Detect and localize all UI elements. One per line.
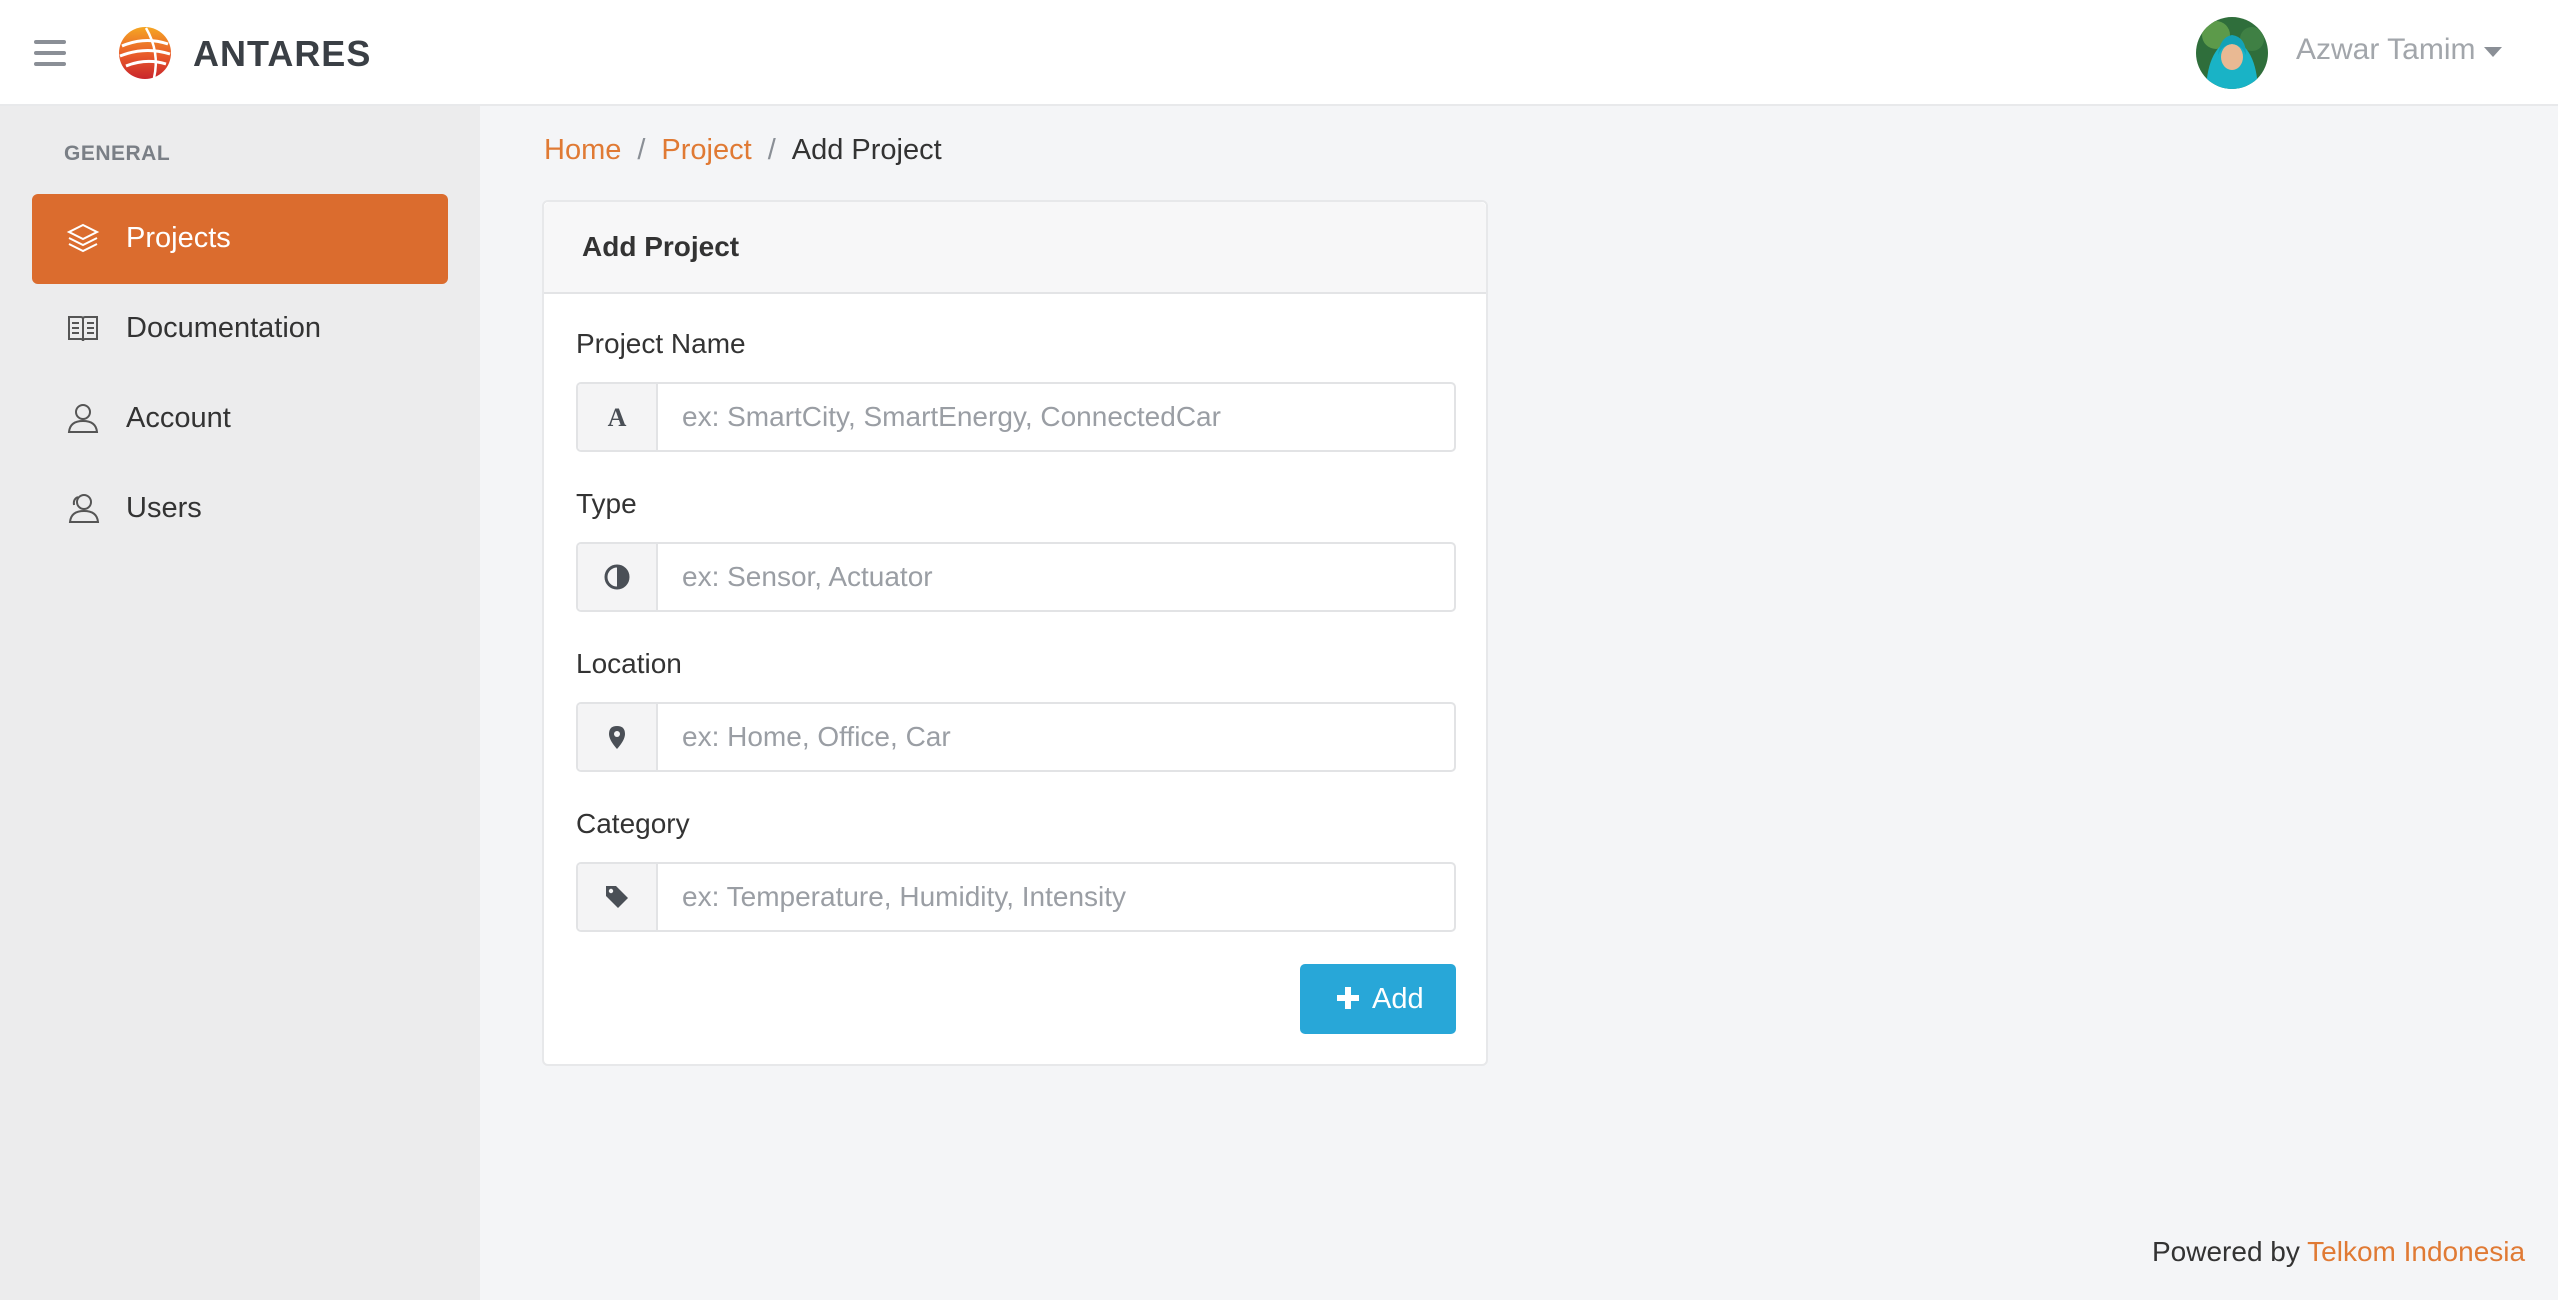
- sidebar: GENERAL Projects Documentation Account U…: [0, 106, 480, 1300]
- category-label: Category: [576, 808, 690, 839]
- sidebar-item-documentation[interactable]: Documentation: [32, 284, 448, 374]
- antares-logo-icon: [119, 27, 171, 79]
- card-header: Add Project: [544, 202, 1486, 294]
- sidebar-item-users[interactable]: Users: [32, 464, 448, 554]
- font-icon: A: [608, 404, 627, 430]
- category-group: [576, 862, 1456, 932]
- type-label: Type: [576, 488, 637, 519]
- footer: Powered by Telkom Indonesia: [2152, 1236, 2525, 1268]
- book-icon: [68, 316, 98, 342]
- avatar[interactable]: [2196, 17, 2268, 89]
- project-name-group: A: [576, 382, 1456, 452]
- project-name-addon: A: [578, 384, 658, 450]
- breadcrumb-project-link[interactable]: Project: [661, 134, 751, 166]
- breadcrumb-current: Add Project: [791, 134, 942, 166]
- breadcrumb: Home / Project / Add Project: [544, 134, 942, 167]
- card-title: Add Project: [582, 231, 740, 262]
- location-label: Location: [576, 648, 682, 679]
- breadcrumb-separator: /: [637, 134, 646, 166]
- footer-prefix: Powered by: [2152, 1236, 2300, 1267]
- chevron-down-icon[interactable]: [2484, 47, 2502, 57]
- adjust-icon: [604, 564, 630, 590]
- brand-name[interactable]: ANTARES: [193, 33, 371, 75]
- sidebar-item-label: Documentation: [126, 312, 322, 344]
- breadcrumb-separator: /: [767, 134, 776, 166]
- location-input[interactable]: [658, 704, 1454, 770]
- sidebar-section-title: GENERAL: [64, 142, 171, 165]
- sidebar-item-projects[interactable]: Projects: [32, 194, 448, 284]
- sidebar-item-label: Users: [126, 492, 202, 524]
- top-navbar: ANTARES Azwar Tamim: [0, 0, 2558, 106]
- location-addon: [578, 704, 658, 770]
- category-input[interactable]: [658, 864, 1454, 930]
- sidebar-item-label: Account: [126, 402, 231, 434]
- user-menu-name[interactable]: Azwar Tamim: [2296, 33, 2475, 67]
- users-icon: [68, 494, 100, 523]
- user-icon: [67, 404, 99, 433]
- sidebar-item-account[interactable]: Account: [32, 374, 448, 464]
- map-marker-icon: [609, 726, 625, 749]
- add-project-card: Add Project Project Name A Type Location: [542, 200, 1488, 1066]
- project-name-input[interactable]: [658, 384, 1454, 450]
- category-addon: [578, 864, 658, 930]
- add-button-label: Add: [1372, 983, 1424, 1015]
- menu-toggle-icon[interactable]: [34, 40, 66, 68]
- type-addon: [578, 544, 658, 610]
- breadcrumb-home-link[interactable]: Home: [544, 134, 621, 166]
- plus-icon: [1337, 987, 1359, 1009]
- type-input[interactable]: [658, 544, 1454, 610]
- tag-icon: [606, 886, 628, 908]
- type-group: [576, 542, 1456, 612]
- layers-icon: [66, 223, 100, 253]
- location-group: [576, 702, 1456, 772]
- add-project-button[interactable]: Add: [1300, 964, 1456, 1034]
- footer-company-link[interactable]: Telkom Indonesia: [2307, 1236, 2525, 1267]
- project-name-label: Project Name: [576, 328, 746, 359]
- svg-text:A: A: [608, 404, 627, 430]
- sidebar-item-label: Projects: [126, 222, 231, 254]
